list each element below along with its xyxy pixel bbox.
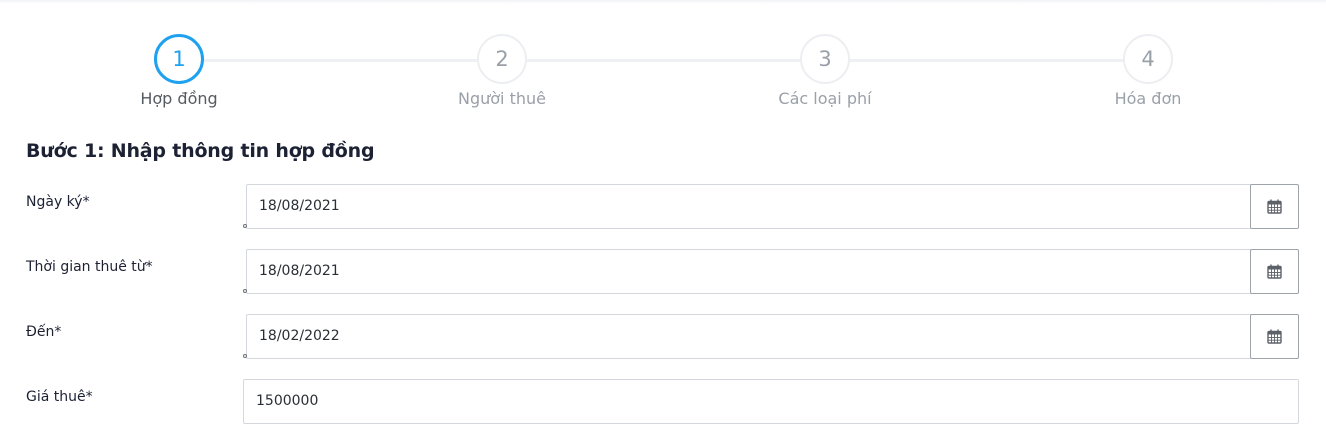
step-label: Hóa đơn — [1114, 89, 1182, 108]
calendar-icon — [1267, 199, 1282, 214]
price-label: Giá thuê* — [26, 389, 93, 405]
step-number-circle: 3 — [800, 34, 850, 84]
step-number-circle: 4 — [1123, 34, 1173, 84]
progress-stepper: 1 Hợp đồng 2 Người thuê 3 Các loại phí 4… — [0, 0, 1326, 120]
resize-handle — [243, 289, 247, 293]
step-label: Các loại phí — [778, 89, 872, 108]
resize-handle — [243, 224, 247, 228]
step-number-circle: 1 — [154, 34, 204, 84]
step-label: Người thuê — [458, 89, 546, 108]
step-contract[interactable]: 1 Hợp đồng — [79, 34, 279, 108]
rent-from-input[interactable]: 18/08/2021 — [246, 249, 1252, 294]
rent-from-row: Thời gian thuê từ* 18/08/2021 — [0, 249, 1326, 295]
calendar-button[interactable] — [1250, 249, 1299, 294]
sign-date-label: Ngày ký* — [26, 194, 90, 210]
sign-date-row: Ngày ký* 18/08/2021 — [0, 184, 1326, 230]
sign-date-input[interactable]: 18/08/2021 — [246, 184, 1252, 229]
price-input[interactable]: 1500000 — [243, 379, 1299, 424]
calendar-icon — [1267, 329, 1282, 344]
step-number-circle: 2 — [477, 34, 527, 84]
rent-to-row: Đến* 18/02/2022 — [0, 314, 1326, 360]
step-invoice[interactable]: 4 Hóa đơn — [1048, 34, 1248, 108]
step-label: Hợp đồng — [140, 89, 218, 108]
section-title: Bước 1: Nhập thông tin hợp đồng — [26, 140, 375, 162]
step-fees[interactable]: 3 Các loại phí — [725, 34, 925, 108]
resize-handle — [243, 354, 247, 358]
rent-to-label: Đến* — [26, 324, 62, 340]
price-row: Giá thuê* 1500000 — [0, 379, 1326, 425]
calendar-button[interactable] — [1250, 314, 1299, 359]
rent-to-input[interactable]: 18/02/2022 — [246, 314, 1252, 359]
step-tenant[interactable]: 2 Người thuê — [402, 34, 602, 108]
rent-from-label: Thời gian thuê từ* — [26, 259, 153, 275]
calendar-button[interactable] — [1250, 184, 1299, 229]
calendar-icon — [1267, 264, 1282, 279]
